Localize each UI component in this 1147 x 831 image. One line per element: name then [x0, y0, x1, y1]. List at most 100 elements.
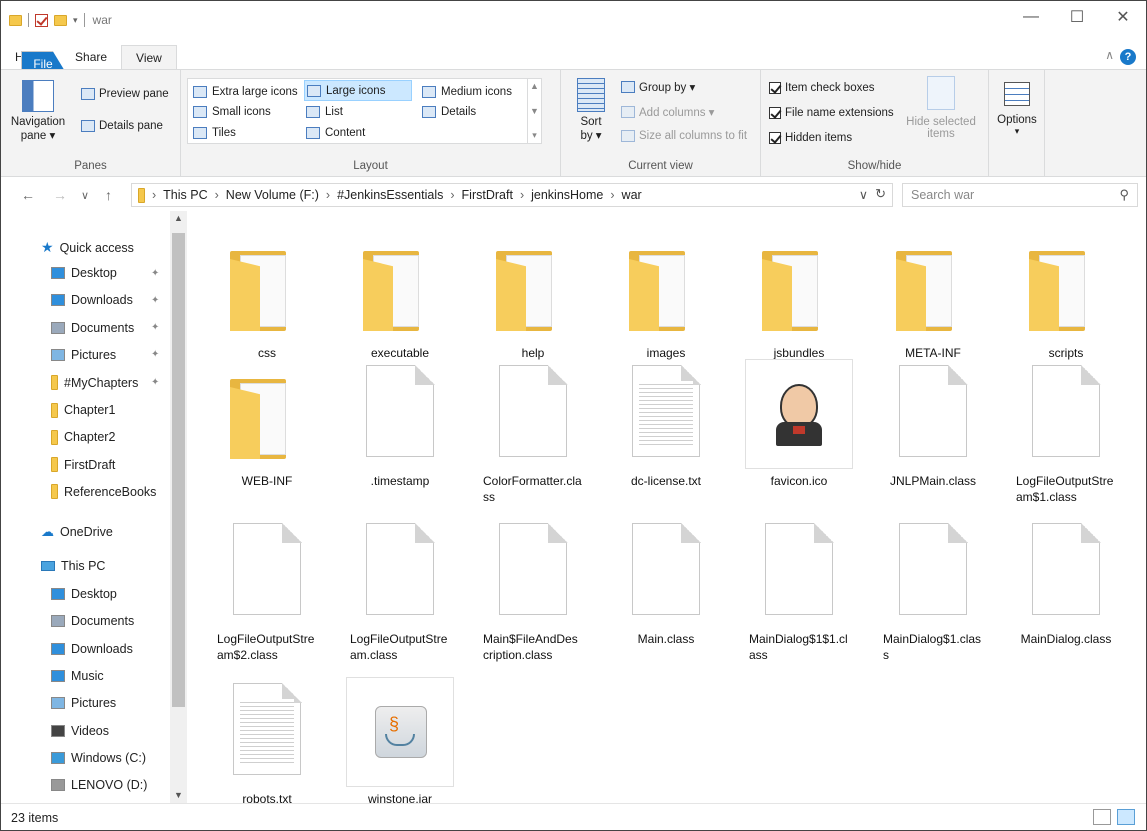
- chevron-up-icon[interactable]: ▲: [530, 81, 539, 91]
- checkbox-checked-icon[interactable]: [769, 82, 781, 94]
- file-name-extensions-toggle[interactable]: File name extensions: [769, 107, 894, 119]
- item-check-boxes-toggle[interactable]: Item check boxes: [769, 82, 874, 94]
- breadcrumb-this-pc[interactable]: This PC: [163, 188, 207, 202]
- folder-item[interactable]: css: [213, 231, 321, 361]
- file-item[interactable]: robots.txt: [213, 677, 321, 807]
- file-item[interactable]: .timestamp: [346, 359, 454, 489]
- file-item[interactable]: favicon.ico: [745, 359, 853, 489]
- help-icon[interactable]: ?: [1120, 49, 1136, 65]
- group-by-button[interactable]: Group by ▾: [621, 80, 695, 94]
- nav-quick-item[interactable]: Desktop ✦: [51, 266, 159, 280]
- nav-quick-item[interactable]: Pictures ✦: [51, 348, 159, 362]
- breadcrumb-war[interactable]: war: [622, 188, 642, 202]
- recent-locations-icon[interactable]: ∨: [81, 189, 89, 202]
- folder-item[interactable]: jsbundles: [745, 231, 853, 361]
- breadcrumb-new-volume[interactable]: New Volume (F:): [226, 188, 319, 202]
- file-item[interactable]: MainDialog.class: [1012, 517, 1120, 647]
- folder-item[interactable]: images: [612, 231, 720, 361]
- large-icons-view-icon[interactable]: [1117, 809, 1135, 825]
- nav-quick-item[interactable]: #MyChapters ✦: [51, 375, 159, 391]
- hide-selected-button[interactable]: Hide selected items: [901, 76, 981, 140]
- folder-item[interactable]: META-INF: [879, 231, 987, 361]
- tab-view[interactable]: View: [121, 45, 177, 69]
- chevron-right-icon[interactable]: ›: [610, 188, 614, 202]
- content-option[interactable]: Content: [304, 122, 367, 143]
- address-bar[interactable]: › This PC › New Volume (F:) › #JenkinsEs…: [131, 183, 893, 207]
- refresh-icon[interactable]: ↻: [875, 186, 886, 202]
- navigation-pane-button[interactable]: Navigation pane ▾: [7, 78, 69, 142]
- nav-quick-access[interactable]: ★ Quick access: [41, 239, 134, 256]
- file-item[interactable]: Main.class: [612, 517, 720, 647]
- nav-pc-item[interactable]: Music: [51, 669, 104, 683]
- chevron-down-icon[interactable]: ▼: [530, 106, 539, 116]
- back-arrow-icon[interactable]: ←: [21, 187, 35, 203]
- chevron-right-icon[interactable]: ›: [152, 188, 156, 202]
- nav-pc-item[interactable]: Downloads: [51, 642, 133, 656]
- properties-icon[interactable]: [35, 13, 48, 27]
- nav-quick-item[interactable]: FirstDraft: [51, 457, 115, 473]
- list-option[interactable]: List: [304, 101, 345, 122]
- checkbox-checked-icon[interactable]: [769, 132, 781, 144]
- large-icons-option[interactable]: Large icons: [304, 80, 412, 101]
- file-item[interactable]: LogFileOutputStream$2.class: [213, 517, 321, 663]
- size-columns-button[interactable]: Size all columns to fit: [621, 130, 747, 142]
- new-folder-icon[interactable]: [54, 14, 67, 26]
- maximize-button[interactable]: ☐: [1054, 1, 1100, 33]
- add-columns-button[interactable]: Add columns ▾: [621, 105, 714, 119]
- nav-quick-item[interactable]: Documents ✦: [51, 321, 159, 335]
- nav-quick-item[interactable]: Downloads ✦: [51, 293, 159, 307]
- nav-pc-item[interactable]: Videos: [51, 724, 109, 738]
- expand-gallery-icon[interactable]: ▾: [532, 130, 537, 141]
- folder-item[interactable]: WEB-INF: [213, 359, 321, 489]
- chevron-right-icon[interactable]: ›: [215, 188, 219, 202]
- file-item[interactable]: MainDialog$1.class: [879, 517, 987, 663]
- search-input[interactable]: Search war ⚲: [902, 183, 1138, 207]
- nav-pc-item[interactable]: Pictures: [51, 696, 116, 710]
- extra-large-icons-option[interactable]: Extra large icons: [191, 81, 300, 102]
- collapse-ribbon-icon[interactable]: ∧: [1105, 48, 1114, 62]
- customize-toolbar-icon[interactable]: ▾: [73, 15, 78, 26]
- checkbox-checked-icon[interactable]: [769, 107, 781, 119]
- tiles-option[interactable]: Tiles: [191, 122, 238, 143]
- chevron-right-icon[interactable]: ›: [520, 188, 524, 202]
- preview-pane-button[interactable]: Preview pane: [81, 88, 169, 100]
- forward-arrow-icon[interactable]: →: [53, 187, 67, 203]
- folder-item[interactable]: scripts: [1012, 231, 1120, 361]
- nav-onedrive[interactable]: ☁ OneDrive: [41, 524, 113, 540]
- tab-share[interactable]: Share: [61, 45, 121, 69]
- search-icon[interactable]: ⚲: [1119, 184, 1129, 206]
- medium-icons-option[interactable]: Medium icons: [420, 81, 514, 102]
- chevron-right-icon[interactable]: ›: [450, 188, 454, 202]
- file-item[interactable]: § winstone.jar: [346, 677, 454, 807]
- hidden-items-toggle[interactable]: Hidden items: [769, 132, 852, 144]
- file-item[interactable]: ColorFormatter.class: [479, 359, 587, 505]
- file-item[interactable]: JNLPMain.class: [879, 359, 987, 489]
- close-button[interactable]: ✕: [1100, 1, 1146, 33]
- breadcrumb-jenkins-essentials[interactable]: #JenkinsEssentials: [337, 188, 443, 202]
- folder-item[interactable]: executable: [346, 231, 454, 361]
- scroll-down-icon[interactable]: ▼: [174, 790, 183, 800]
- file-item[interactable]: LogFileOutputStream.class: [346, 517, 454, 663]
- nav-quick-item[interactable]: Chapter1: [51, 402, 115, 418]
- nav-pc-item[interactable]: Desktop: [51, 587, 117, 601]
- details-pane-button[interactable]: Details pane: [81, 120, 163, 132]
- nav-this-pc[interactable]: This PC: [41, 559, 105, 573]
- nav-quick-item[interactable]: ReferenceBooks: [51, 484, 156, 500]
- options-button[interactable]: Options ▾: [995, 82, 1039, 137]
- scroll-up-icon[interactable]: ▲: [174, 213, 183, 223]
- chevron-right-icon[interactable]: ›: [326, 188, 330, 202]
- nav-quick-item[interactable]: Chapter2: [51, 429, 115, 445]
- file-item[interactable]: LogFileOutputStream$1.class: [1012, 359, 1120, 505]
- small-icons-option[interactable]: Small icons: [191, 101, 273, 122]
- file-item[interactable]: dc-license.txt: [612, 359, 720, 489]
- nav-pc-item[interactable]: LENOVO (D:): [51, 778, 147, 792]
- layout-gallery-scroll[interactable]: ▲ ▼ ▾: [527, 79, 541, 143]
- details-option[interactable]: Details: [420, 101, 478, 122]
- sort-by-button[interactable]: Sort by ▾: [569, 78, 613, 142]
- file-item[interactable]: Main$FileAndDescription.class: [479, 517, 587, 663]
- chevron-down-icon[interactable]: ∨: [859, 187, 868, 202]
- details-view-icon[interactable]: [1093, 809, 1111, 825]
- breadcrumb-first-draft[interactable]: FirstDraft: [462, 188, 513, 202]
- nav-pc-item[interactable]: Windows (C:): [51, 751, 146, 765]
- nav-scrollbar-thumb[interactable]: [172, 233, 185, 707]
